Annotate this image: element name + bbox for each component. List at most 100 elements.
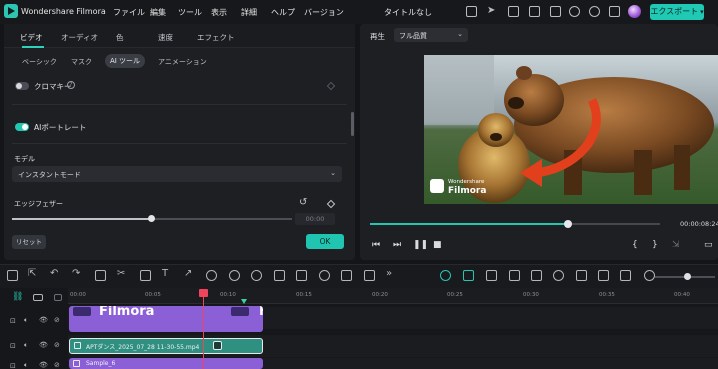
sample-clip[interactable]: Sample_6 — [69, 358, 263, 369]
active-tab-indicator — [22, 46, 44, 48]
menu-tools[interactable]: ツール — [178, 7, 202, 18]
chroma-key-toggle[interactable] — [15, 82, 29, 90]
caption-icon[interactable] — [620, 270, 631, 281]
display-icon[interactable]: ▭ — [704, 240, 713, 250]
mute-icon[interactable]: 🔈︎ — [24, 316, 28, 325]
monitor-icon[interactable] — [466, 6, 477, 17]
send-icon[interactable]: ➤ — [487, 5, 498, 16]
folder-icon[interactable] — [54, 294, 62, 301]
grid-layout-icon[interactable] — [7, 270, 18, 281]
menu-advanced[interactable]: 詳細 — [241, 7, 257, 18]
lock-icon[interactable]: ⊘ — [54, 361, 60, 369]
tab-video[interactable]: ビデオ — [20, 32, 43, 43]
effects-icon[interactable] — [251, 270, 262, 281]
render-icon[interactable] — [509, 270, 520, 281]
subtab-mask[interactable]: マスク — [71, 57, 92, 67]
edge-feather-slider-thumb[interactable] — [148, 215, 155, 222]
add-track-icon[interactable] — [33, 294, 43, 301]
shield-icon[interactable] — [531, 270, 542, 281]
tab-speed[interactable]: 速度 — [158, 32, 173, 43]
microphone-icon[interactable] — [553, 270, 564, 281]
stop-icon[interactable]: ■ — [433, 240, 442, 250]
zoom-slider-thumb[interactable] — [684, 273, 691, 280]
reset-button[interactable]: リセット — [12, 235, 46, 249]
mute-icon[interactable]: 🔈︎ — [24, 361, 28, 369]
image-icon[interactable] — [598, 270, 609, 281]
filmora-title-clip[interactable]: Filmora Filmora — [69, 306, 263, 332]
menu-file[interactable]: ファイル — [113, 7, 145, 18]
ai-portrait-toggle[interactable] — [15, 123, 29, 131]
visibility-icon[interactable]: 👁︎ — [39, 341, 48, 349]
video-clip[interactable]: APTダンス_2025_07_28 11-30-55.mp4 — [69, 338, 263, 354]
marker-tag-icon[interactable] — [364, 270, 375, 281]
save-icon[interactable] — [529, 6, 540, 17]
link-icon[interactable]: ⛓ — [12, 292, 23, 302]
watermark-brand: Wondershare — [448, 179, 485, 185]
clip-title-text: Filmora — [99, 306, 155, 319]
subtab-ai-tools[interactable]: AI ツール — [105, 54, 145, 68]
panel-scrollbar[interactable] — [351, 112, 354, 136]
playback-progress-thumb[interactable] — [564, 220, 572, 228]
tab-color[interactable]: 色 — [116, 32, 124, 43]
stabilize-icon[interactable] — [296, 270, 307, 281]
speed-icon[interactable] — [206, 270, 217, 281]
select-cursor-icon[interactable]: ⇱ — [28, 268, 39, 279]
playback-label: 再生 — [370, 32, 385, 41]
more-icon[interactable]: » — [386, 268, 397, 279]
playhead-handle[interactable] — [199, 289, 208, 297]
menu-help[interactable]: ヘルプ — [271, 7, 295, 18]
audio-adjust-icon[interactable] — [341, 270, 352, 281]
menu-edit[interactable]: 編集 — [150, 7, 166, 18]
lock-icon[interactable]: ⊘ — [54, 341, 60, 349]
color-icon[interactable] — [229, 270, 240, 281]
list-icon[interactable] — [576, 270, 587, 281]
mute-icon[interactable]: 🔈︎ — [24, 341, 28, 350]
redo-icon[interactable]: ↷ — [72, 268, 83, 279]
ok-button[interactable]: OK — [306, 234, 344, 249]
pen-icon[interactable]: ↗ — [184, 268, 195, 279]
help-icon[interactable]: ? — [67, 81, 75, 89]
insert-icon[interactable]: ⇲ — [672, 240, 680, 250]
marker-icon[interactable] — [241, 299, 247, 304]
timeline-ruler[interactable] — [68, 288, 718, 304]
quality-select[interactable]: フル品質 ⌄ — [394, 28, 468, 42]
export-button[interactable]: エクスポート ▾ — [650, 4, 704, 20]
playhead[interactable] — [203, 292, 204, 369]
grid-icon[interactable] — [609, 6, 620, 17]
screen-icon[interactable] — [550, 6, 561, 17]
split-icon[interactable] — [486, 270, 497, 281]
upload-icon[interactable] — [508, 6, 519, 17]
next-frame-icon[interactable]: ⏭ — [393, 240, 401, 250]
undo-icon[interactable]: ↶ — [50, 268, 61, 279]
delete-icon[interactable] — [95, 270, 106, 281]
menu-view[interactable]: 表示 — [211, 7, 227, 18]
reset-icon[interactable]: ↺ — [299, 197, 307, 208]
model-select[interactable]: インスタントモード ⌄ — [12, 166, 342, 182]
track-icon[interactable] — [463, 270, 474, 281]
mark-out-icon[interactable]: } — [652, 240, 658, 250]
zoom-out-icon[interactable] — [644, 270, 655, 281]
timer-icon[interactable] — [319, 270, 330, 281]
previous-frame-icon[interactable]: ⏮ — [372, 240, 380, 250]
pause-icon[interactable]: ❚❚ — [413, 240, 428, 250]
video-preview[interactable]: Wondershare Filmora — [424, 55, 718, 204]
crop-icon[interactable] — [140, 270, 151, 281]
subtab-animation[interactable]: アニメーション — [158, 57, 207, 67]
snap-icon[interactable] — [440, 270, 451, 281]
mark-in-icon[interactable]: { — [632, 240, 638, 250]
menu-version[interactable]: バージョン — [304, 7, 344, 18]
gift-icon[interactable] — [569, 6, 580, 17]
lock-icon[interactable]: ⊘ — [54, 316, 60, 324]
text-icon[interactable]: T — [162, 268, 173, 279]
tab-effects[interactable]: エフェクト — [197, 32, 235, 43]
cut-icon[interactable]: ✂ — [117, 268, 128, 279]
quality-value: フル品質 — [399, 32, 427, 40]
user-avatar[interactable] — [628, 5, 641, 18]
visibility-icon[interactable]: 👁︎ — [39, 316, 48, 324]
tab-audio[interactable]: オーディオ — [61, 32, 98, 43]
visibility-icon[interactable]: 👁︎ — [39, 361, 48, 369]
ai-icon[interactable] — [274, 270, 285, 281]
headset-icon[interactable] — [589, 6, 600, 17]
subtab-basic[interactable]: ベーシック — [22, 57, 57, 67]
edge-feather-value[interactable]: 00:00 — [295, 213, 335, 225]
